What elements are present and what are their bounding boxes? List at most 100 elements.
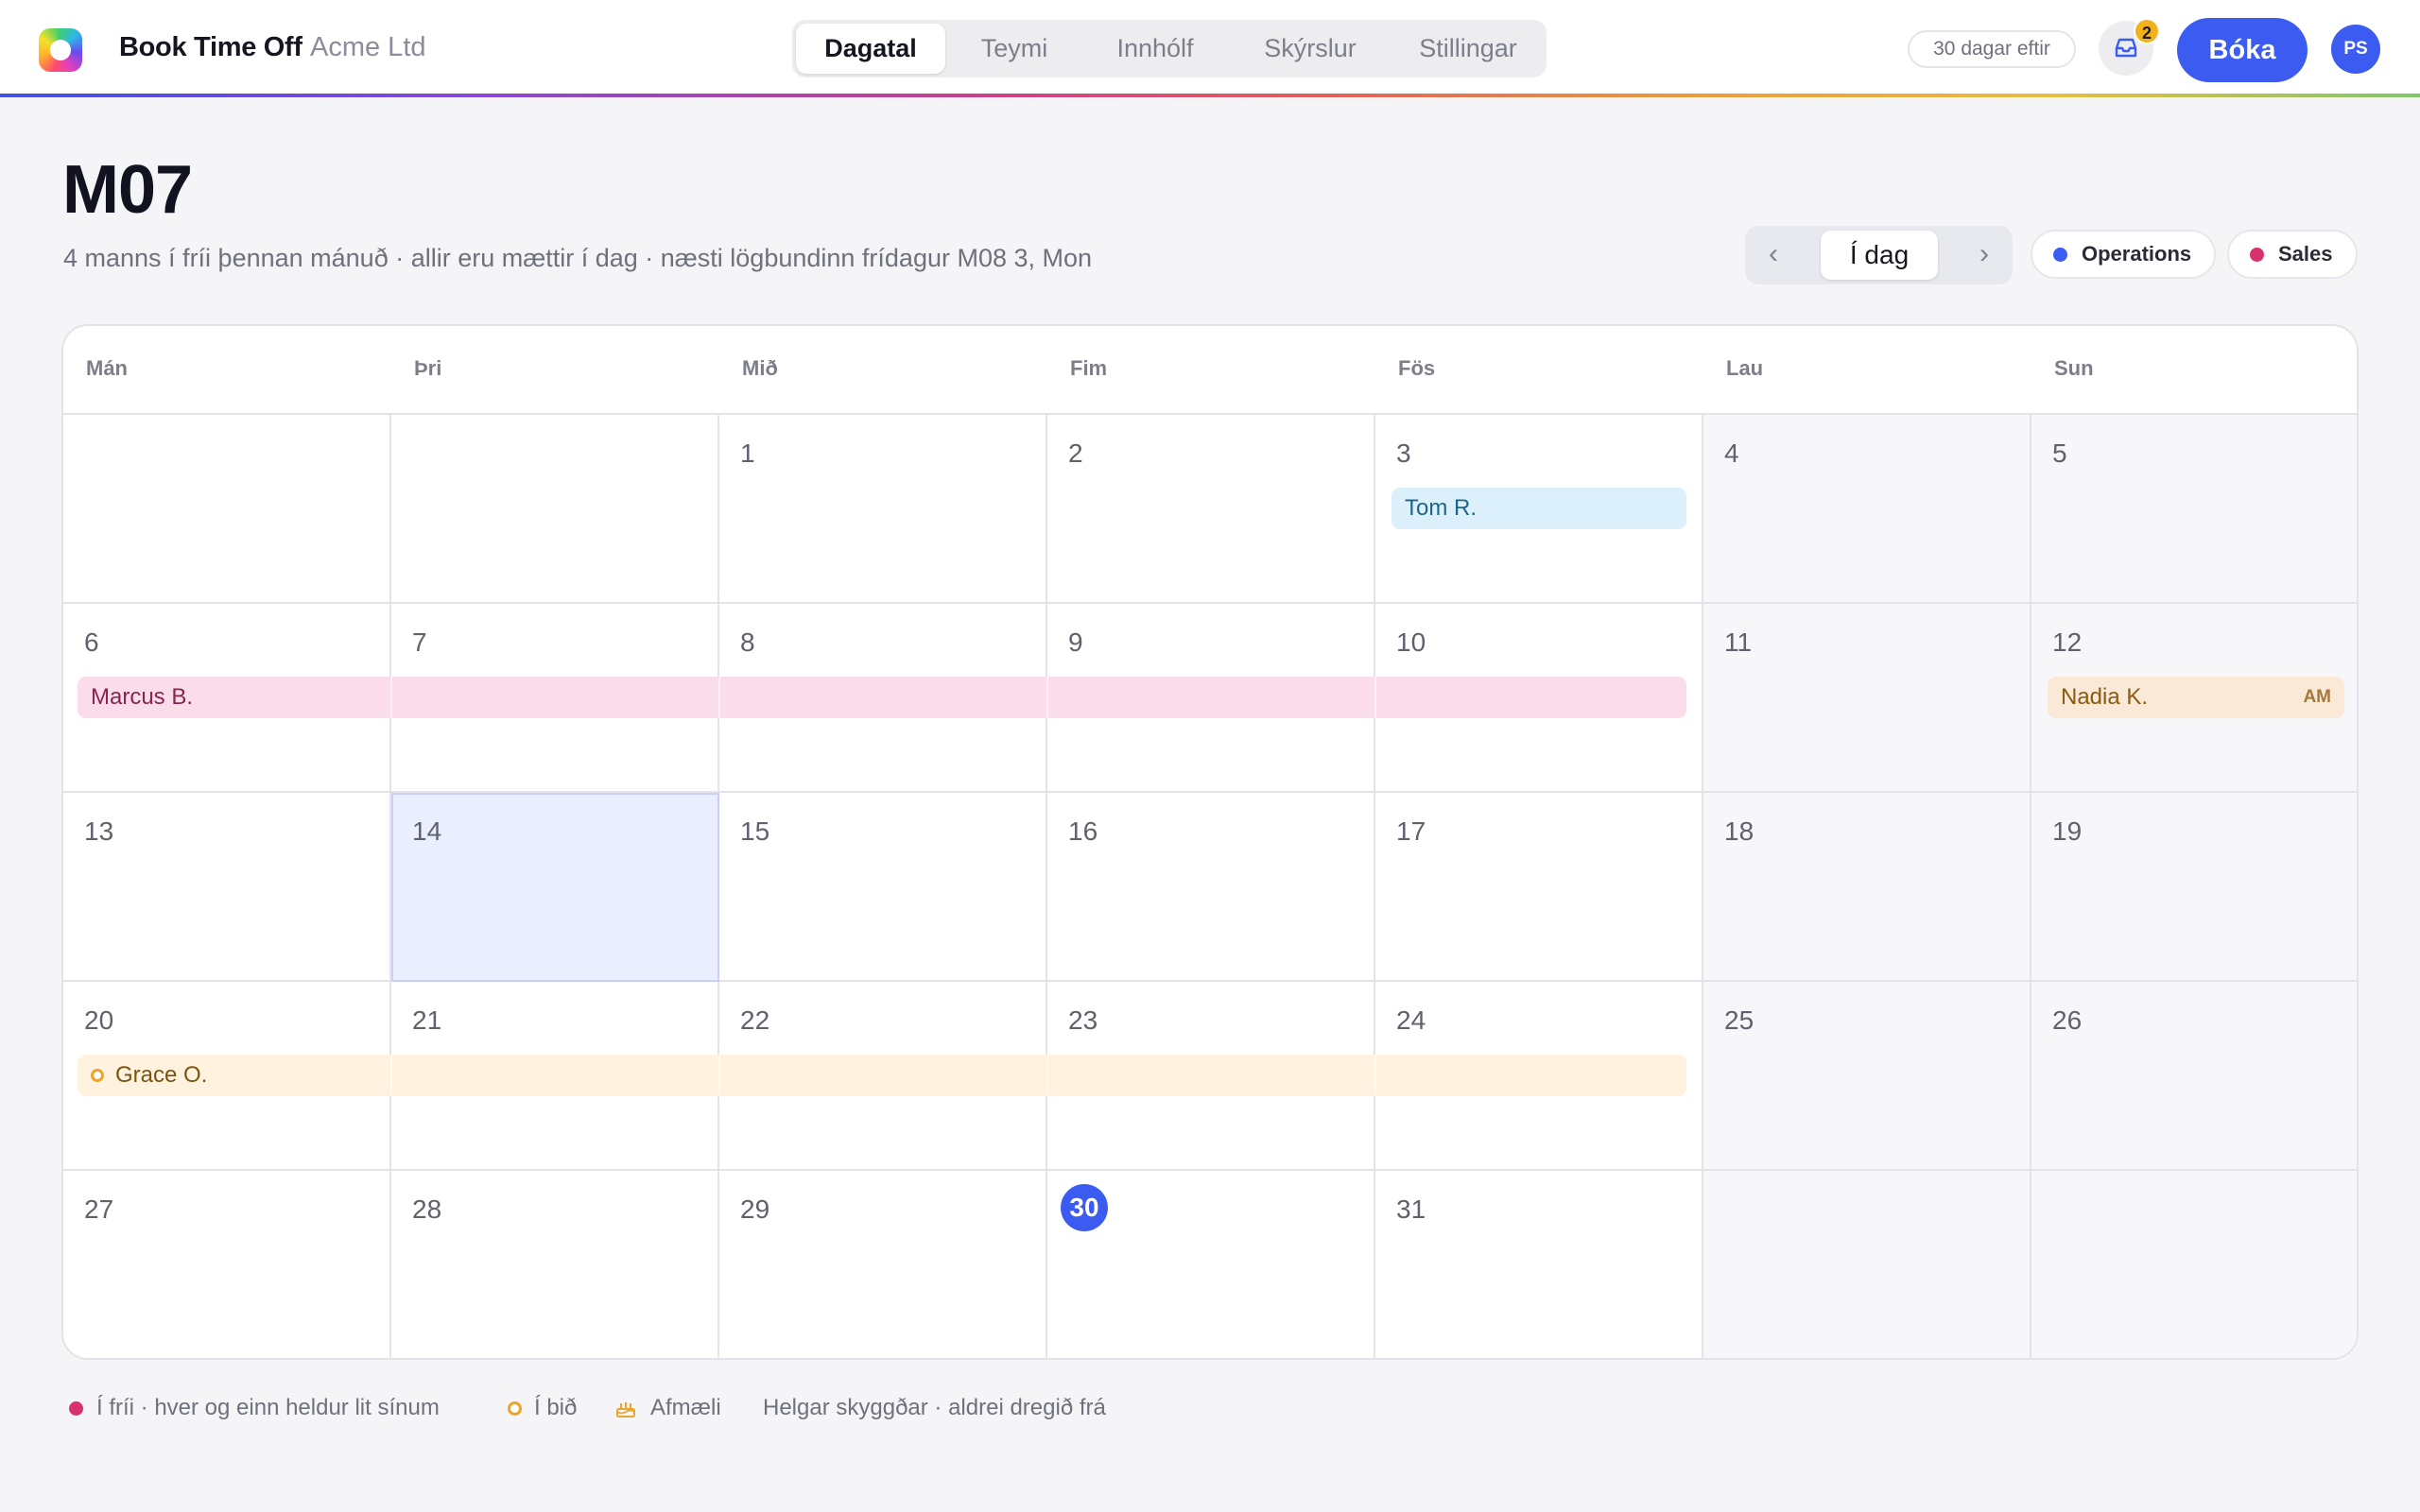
day-number: 27 [84, 1194, 114, 1224]
days-left-badge: 30 dagar eftir [1908, 30, 2076, 68]
legend-off-dot [69, 1401, 83, 1416]
weekday-sun: Sun [2054, 356, 2094, 380]
day-number: 2 [1068, 438, 1083, 468]
day-number: 17 [1396, 816, 1426, 846]
event-day-separator [1046, 1055, 1048, 1096]
prev-month-button[interactable]: ‹ [1745, 226, 1802, 284]
company-name: Acme Ltd [310, 32, 426, 62]
day-number: 26 [2052, 1005, 2083, 1035]
brand-name: Book Time Off [119, 32, 302, 62]
day-cell-17[interactable]: 17 [1375, 793, 1703, 982]
tab-reports[interactable]: Skýrslur [1231, 24, 1390, 74]
day-cell-11[interactable]: 11 [1703, 604, 2031, 793]
user-avatar[interactable]: PS [2331, 25, 2380, 74]
event-name: Tom R. [1405, 495, 1478, 521]
event-day-separator [1374, 1055, 1376, 1096]
birthday-cake-icon [616, 1402, 635, 1418]
day-number: 29 [740, 1194, 770, 1224]
weekday-wed: Mið [742, 356, 778, 380]
weekday-thu: Fim [1070, 356, 1108, 380]
event-day-separator [390, 1055, 392, 1096]
day-cell-28[interactable]: 28 [391, 1171, 719, 1358]
filter-chip-label: Operations [2082, 242, 2192, 266]
day-number: 28 [412, 1194, 442, 1224]
event-tom-r[interactable]: Tom R. [1392, 488, 1686, 529]
inbox-count-badge: 2 [2134, 18, 2160, 44]
top-bar: Book Time Off Acme Ltd Dagatal Teymi Inn… [0, 0, 2420, 98]
day-number: 15 [740, 816, 770, 846]
legend-off: Í fríi · hver og einn heldur lit sínum [96, 1395, 440, 1420]
event-nadia-k[interactable]: Nadia K. AM [2048, 677, 2344, 718]
day-number: 25 [1724, 1005, 1754, 1035]
day-number: 21 [412, 1005, 442, 1035]
day-cell-29[interactable]: 29 [719, 1171, 1047, 1358]
event-day-separator [718, 677, 720, 718]
weekday-fri: Fös [1398, 356, 1436, 380]
tab-calendar[interactable]: Dagatal [796, 24, 945, 74]
day-number: 24 [1396, 1005, 1426, 1035]
page-subtitle: 4 manns í fríi þennan mánuð · allir eru … [63, 244, 1093, 272]
event-name: Marcus B. [91, 684, 194, 710]
day-number: 13 [84, 816, 114, 846]
operations-color-dot [2053, 248, 2067, 262]
day-cell-13[interactable]: 13 [63, 793, 391, 982]
event-grace-o[interactable]: Grace O. [78, 1055, 1686, 1096]
day-cell-14[interactable]: 14 [391, 793, 719, 982]
day-cell-30[interactable]: 30 [1047, 1171, 1375, 1358]
month-calendar: Mán Þri Mið Fim Fös Lau Sun 1 2 3 4 5 6 7 8 9 10 1… [61, 324, 2359, 1360]
event-day-separator [718, 1055, 720, 1096]
sales-color-dot [2250, 248, 2264, 262]
day-number: 12 [2052, 627, 2083, 657]
day-number: 22 [740, 1005, 770, 1035]
day-cell-15[interactable]: 15 [719, 793, 1047, 982]
pending-ring-icon [91, 1069, 104, 1082]
rainbow-divider [0, 94, 2420, 97]
legend-pending: Í bið [534, 1395, 578, 1420]
day-cell-16[interactable]: 16 [1047, 793, 1375, 982]
day-cell-5[interactable]: 5 [2031, 415, 2357, 604]
day-number: 7 [412, 627, 427, 657]
day-cell-18[interactable]: 18 [1703, 793, 2031, 982]
empty-day-cell [63, 415, 391, 604]
month-pager: ‹ Í dag › [1745, 226, 2013, 284]
day-cell-27[interactable]: 27 [63, 1171, 391, 1358]
empty-day-cell [391, 415, 719, 604]
day-number: 18 [1724, 816, 1754, 846]
legend-weekends-note: Helgar skyggðar · aldrei dregið frá [763, 1395, 1106, 1420]
filter-chip-operations[interactable]: Operations [2031, 230, 2216, 279]
legend-birthday: Afmæli [650, 1395, 721, 1420]
day-cell-19[interactable]: 19 [2031, 793, 2357, 982]
day-number: 5 [2052, 438, 2067, 468]
day-cell-25[interactable]: 25 [1703, 982, 2031, 1171]
event-day-separator [1046, 677, 1048, 718]
filter-chip-label: Sales [2278, 242, 2333, 266]
event-day-separator [1374, 677, 1376, 718]
today-button[interactable]: Í dag [1821, 231, 1938, 280]
day-cell-1[interactable]: 1 [719, 415, 1047, 604]
day-number: 20 [84, 1005, 114, 1035]
event-marcus-b[interactable]: Marcus B. [78, 677, 1686, 718]
weekday-tue: Þri [414, 356, 442, 380]
book-button[interactable]: Bóka [2177, 18, 2308, 82]
tab-settings[interactable]: Stillingar [1393, 24, 1543, 74]
filter-chip-sales[interactable]: Sales [2227, 230, 2358, 279]
day-number: 11 [1724, 627, 1753, 657]
day-number: 8 [740, 627, 755, 657]
day-number: 16 [1068, 816, 1098, 846]
next-month-button[interactable]: › [1956, 226, 2013, 284]
legend-pending-ring [508, 1401, 522, 1416]
main-nav: Dagatal Teymi Innhólf Skýrslur Stillinga… [792, 20, 1547, 77]
event-half-day-tag: AM [2303, 687, 2331, 707]
day-number: 4 [1724, 438, 1739, 468]
weekday-sat: Lau [1726, 356, 1764, 380]
day-number: 10 [1396, 627, 1426, 657]
event-name: Grace O. [115, 1062, 208, 1088]
day-cell-4[interactable]: 4 [1703, 415, 2031, 604]
tab-inbox[interactable]: Innhólf [1083, 24, 1227, 74]
day-cell-2[interactable]: 2 [1047, 415, 1375, 604]
event-name: Nadia K. [2061, 684, 2149, 710]
day-cell-31[interactable]: 31 [1375, 1171, 1703, 1358]
weekday-mon: Mán [86, 356, 128, 380]
day-cell-26[interactable]: 26 [2031, 982, 2357, 1171]
tab-team[interactable]: Teymi [949, 24, 1080, 74]
